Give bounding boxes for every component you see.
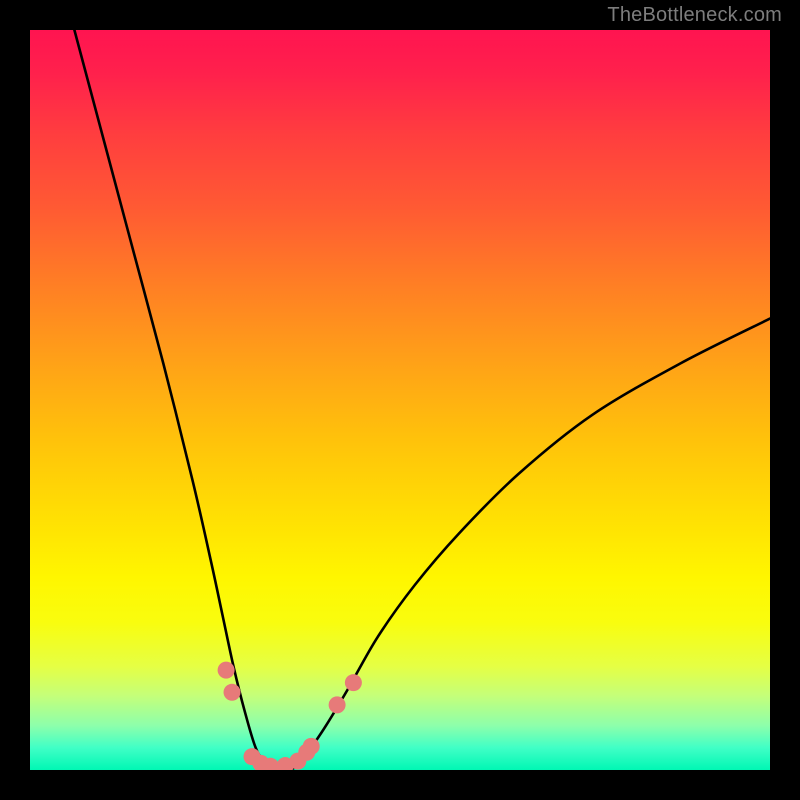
- data-marker: [303, 738, 320, 755]
- bottleneck-curve: [30, 30, 770, 770]
- plot-area: [30, 30, 770, 770]
- data-marker: [329, 696, 346, 713]
- chart-frame: TheBottleneck.com: [0, 0, 800, 800]
- data-marker: [345, 674, 362, 691]
- data-marker: [224, 684, 241, 701]
- data-marker: [218, 662, 235, 679]
- watermark-text: TheBottleneck.com: [607, 4, 782, 27]
